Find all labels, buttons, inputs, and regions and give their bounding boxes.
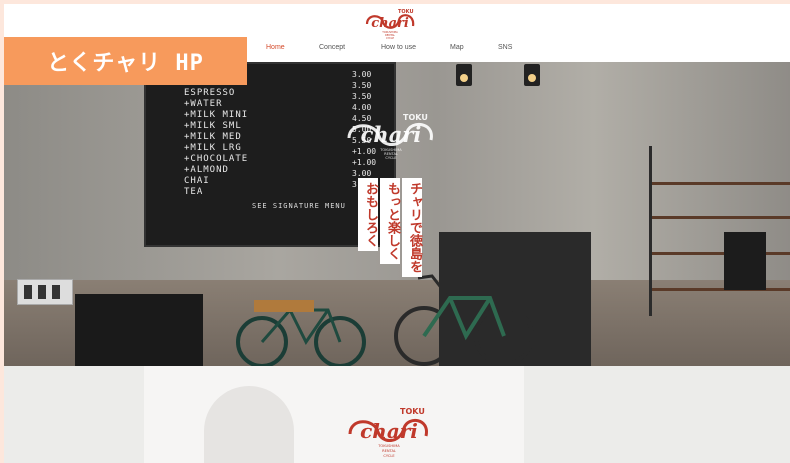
tagline-column-3: おもしろく [358, 178, 378, 251]
left-counter [75, 294, 203, 366]
hanging-shirt [724, 232, 766, 290]
nav-map[interactable]: Map [450, 44, 464, 51]
svg-text:CYCLE: CYCLE [383, 454, 395, 458]
logo-top-word: TOKU [398, 9, 414, 15]
svg-text:TOKU: TOKU [400, 407, 425, 416]
page-title-badge: とくチャリ HP [4, 37, 247, 85]
tagline-column-1: チャリで徳島を [402, 178, 422, 277]
logo-main-word: chari [371, 16, 409, 31]
wall-outlet [17, 279, 73, 305]
svg-text:chari: chari [361, 122, 422, 147]
svg-text:CYCLE: CYCLE [385, 156, 397, 160]
page-frame: chari TOKU TOKUSHIMA RENTAL CYCLE Home C… [4, 4, 790, 463]
svg-text:chari: chari [360, 419, 418, 443]
svg-text:RENTAL: RENTAL [382, 449, 396, 453]
nav-how-to-use[interactable]: How to use [381, 44, 416, 51]
pendant-lamp [456, 64, 472, 86]
pendant-lamp [524, 64, 540, 86]
nav-home[interactable]: Home [266, 44, 285, 51]
nav-sns[interactable]: SNS [498, 44, 512, 51]
tagline-column-2: もっと楽しく [380, 178, 400, 264]
tokuchari-logo[interactable]: chari TOKU TOKUSHIMA RENTAL CYCLE [361, 6, 419, 40]
section-logo: chari TOKU TOKUSHIMA RENTAL CYCLE [348, 407, 428, 458]
nav-concept[interactable]: Concept [319, 44, 345, 51]
bicycle-left [236, 300, 366, 366]
svg-text:CYCLE: CYCLE [386, 36, 394, 40]
svg-text:TOKU: TOKU [403, 113, 428, 122]
hero-image: ESPRESSO +WATER +MILK MINI +MILK SML +MI… [4, 62, 790, 366]
retail-shelf [649, 146, 790, 316]
svg-text:TOKUSHIMA: TOKUSHIMA [377, 444, 400, 448]
hero-logo: chari TOKU TOKUSHIMA RENTAL CYCLE [347, 113, 433, 160]
